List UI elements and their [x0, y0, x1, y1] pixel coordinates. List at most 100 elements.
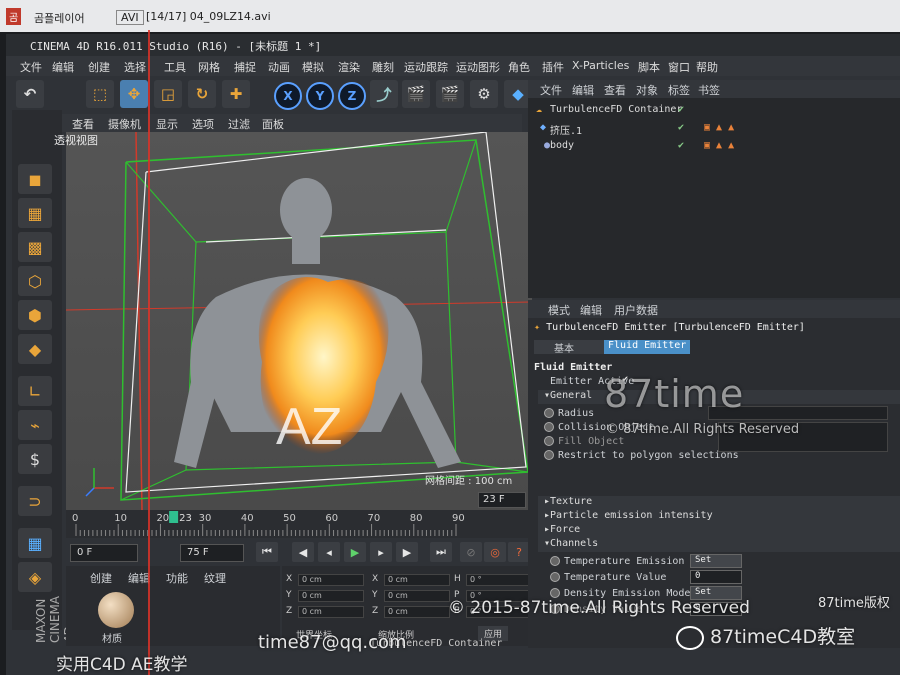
object-menu-item-3[interactable]: 对象: [636, 82, 658, 98]
material-tab-create[interactable]: 创建: [90, 570, 112, 586]
next-frame-icon[interactable]: ▸: [370, 542, 392, 562]
object-menu-item-1[interactable]: 编辑: [572, 82, 594, 98]
viewport-menu-item-5[interactable]: 面板: [262, 116, 284, 132]
scale-tool-icon[interactable]: ◲: [154, 80, 182, 108]
snap-icon[interactable]: $: [18, 444, 52, 474]
visibility-check-icon[interactable]: ✔: [678, 140, 684, 151]
section-force[interactable]: ▸Force: [538, 524, 900, 538]
coordinate-system-icon[interactable]: ⤴: [370, 80, 398, 108]
visibility-check-icon[interactable]: ✔: [678, 122, 684, 133]
rotate-tool-icon[interactable]: ↻: [188, 80, 216, 108]
material-name[interactable]: 材质: [102, 630, 122, 645]
menu-item-12[interactable]: 运动图形: [456, 59, 500, 75]
timeline-svg[interactable]: 0 10 20 30 40 50 60 70 80 90 23: [66, 510, 532, 538]
section-texture[interactable]: ▸Texture: [538, 496, 900, 510]
viewport-menu-item-0[interactable]: 查看: [72, 116, 94, 132]
menu-item-13[interactable]: 角色: [508, 59, 530, 75]
coord-value-field[interactable]: 0 cm: [298, 590, 364, 602]
temp-mode-anim-dot[interactable]: [550, 556, 560, 566]
go-to-end-icon[interactable]: ⏭: [430, 542, 452, 562]
coord-value-field[interactable]: 0 °: [466, 574, 532, 586]
coord-value-field[interactable]: 0 cm: [384, 590, 450, 602]
temp-value-anim-dot[interactable]: [550, 572, 560, 582]
fill-anim-dot[interactable]: [544, 436, 554, 446]
player-app-name[interactable]: 곰플레이어: [34, 10, 85, 26]
attribute-menu-item-1[interactable]: 编辑: [580, 302, 602, 318]
record-icon[interactable]: ⊘: [460, 542, 482, 562]
magnet-icon[interactable]: ⊃: [18, 486, 52, 516]
material-tab-texture[interactable]: 纹理: [204, 570, 226, 586]
help-icon[interactable]: ?: [508, 542, 530, 562]
menu-item-5[interactable]: 网格: [198, 59, 220, 75]
previous-key-icon[interactable]: ◀: [292, 542, 314, 562]
tab-basic[interactable]: 基本: [534, 340, 604, 355]
object-menu-item-2[interactable]: 查看: [604, 82, 626, 98]
menu-item-16[interactable]: 脚本: [638, 59, 660, 75]
menu-item-9[interactable]: 渲染: [338, 59, 360, 75]
material-tab-edit[interactable]: 编辑: [128, 570, 150, 586]
object-row[interactable]: ☁ TurbulenceFD Container ✔: [528, 104, 900, 120]
workplane-icon[interactable]: ▩: [18, 232, 52, 262]
render-picture-icon[interactable]: 🎬: [436, 80, 464, 108]
collision-anim-dot[interactable]: [544, 422, 554, 432]
edges-mode-icon[interactable]: ⬢: [18, 300, 52, 330]
next-key-icon[interactable]: ▶: [396, 542, 418, 562]
viewport-menu-item-3[interactable]: 选项: [192, 116, 214, 132]
menu-item-1[interactable]: 编辑: [52, 59, 74, 75]
texture-grid-icon[interactable]: ◈: [18, 562, 52, 592]
attribute-menu-item-2[interactable]: 用户数据: [614, 302, 658, 318]
menu-item-18[interactable]: 帮助: [696, 59, 718, 75]
material-tab-function[interactable]: 功能: [166, 570, 188, 586]
tab-fluid-emitter[interactable]: Fluid Emitter: [604, 340, 691, 354]
object-menu-item-5[interactable]: 书签: [698, 82, 720, 98]
grid-icon[interactable]: ▦: [18, 528, 52, 558]
select-tool-icon[interactable]: ⬚: [86, 80, 114, 108]
menu-item-8[interactable]: 模拟: [302, 59, 324, 75]
transform-tool-icon[interactable]: ✚: [222, 80, 250, 108]
move-tool-icon[interactable]: ✥: [120, 80, 148, 108]
render-view-icon[interactable]: 🎬: [402, 80, 430, 108]
attribute-menu-item-0[interactable]: 模式: [548, 302, 570, 318]
go-to-start-icon[interactable]: ⏮: [256, 542, 278, 562]
menu-item-7[interactable]: 动画: [268, 59, 290, 75]
menu-item-3[interactable]: 选择: [124, 59, 146, 75]
play-icon[interactable]: ▶: [344, 542, 366, 562]
coord-value-field[interactable]: 0 cm: [298, 574, 364, 586]
menu-item-10[interactable]: 雕刻: [372, 59, 394, 75]
menu-item-11[interactable]: 运动跟踪: [404, 59, 448, 75]
object-row[interactable]: ● body ✔ ▣ ▲ ▲: [528, 140, 900, 156]
object-row[interactable]: ◆ 挤压.1 ✔ ▣ ▲ ▲: [528, 122, 900, 138]
temp-value-field[interactable]: 0: [690, 570, 742, 584]
current-frame-field[interactable]: 23 F: [478, 492, 526, 508]
points-mode-icon[interactable]: ⬡: [18, 266, 52, 296]
timeline-ruler[interactable]: 0 10 20 30 40 50 60 70 80 90 23: [66, 510, 532, 538]
menu-item-2[interactable]: 创建: [88, 59, 110, 75]
menu-item-4[interactable]: 工具: [164, 59, 186, 75]
undo-icon[interactable]: ↶: [16, 80, 44, 108]
polygons-mode-icon[interactable]: ◆: [18, 334, 52, 364]
temp-mode-dropdown[interactable]: Set: [690, 554, 742, 568]
tweak-mode-icon[interactable]: ⌁: [18, 410, 52, 440]
coord-value-field[interactable]: 0 cm: [384, 574, 450, 586]
menu-item-6[interactable]: 捕捉: [234, 59, 256, 75]
y-axis-button[interactable]: Y: [306, 82, 334, 110]
coord-value-field[interactable]: 0 cm: [384, 606, 450, 618]
autokey-icon[interactable]: ◎: [484, 542, 506, 562]
coord-value-field[interactable]: 0 cm: [298, 606, 364, 618]
menu-item-15[interactable]: X-Particles: [572, 59, 629, 72]
density-mode-anim-dot[interactable]: [550, 588, 560, 598]
texture-mode-icon[interactable]: ▦: [18, 198, 52, 228]
radius-anim-dot[interactable]: [544, 408, 554, 418]
menu-item-17[interactable]: 窗口: [668, 59, 690, 75]
object-tags-icon[interactable]: ▣ ▲ ▲: [704, 140, 734, 151]
visibility-check-icon[interactable]: ✔: [678, 104, 684, 115]
object-menu-item-0[interactable]: 文件: [540, 82, 562, 98]
object-menu-item-4[interactable]: 标签: [668, 82, 690, 98]
section-channels[interactable]: ▾Channels: [538, 538, 900, 552]
x-axis-button[interactable]: X: [274, 82, 302, 110]
menu-item-14[interactable]: 插件: [542, 59, 564, 75]
viewport-menu-item-1[interactable]: 摄像机: [108, 116, 141, 132]
object-tags-icon[interactable]: ▣ ▲ ▲: [704, 122, 734, 133]
section-particle-emission[interactable]: ▸Particle emission intensity: [538, 510, 900, 524]
z-axis-button[interactable]: Z: [338, 82, 366, 110]
